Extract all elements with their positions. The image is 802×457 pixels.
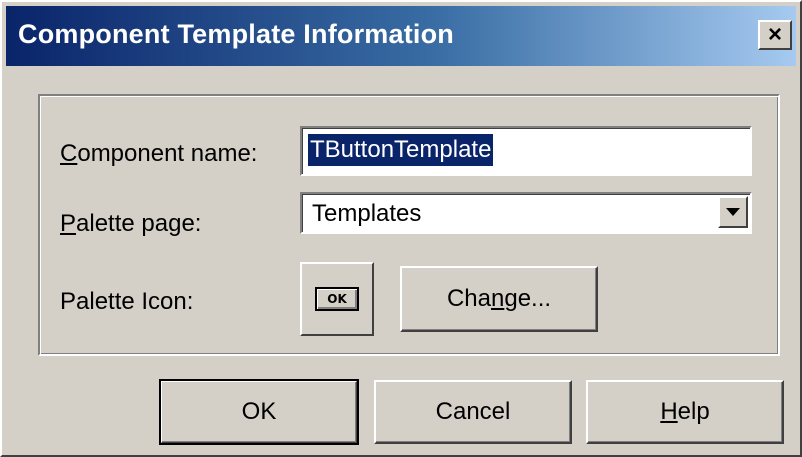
help-button[interactable]: Help <box>586 380 784 444</box>
component-name-label: Component name: <box>60 140 258 167</box>
change-icon-button[interactable]: Change... <box>400 266 598 332</box>
chevron-down-icon <box>726 208 740 216</box>
cancel-button-label: Cancel <box>435 398 511 425</box>
change-button-label: Change... <box>446 285 552 312</box>
dialog-window: Component Template Information × Compone… <box>0 0 802 457</box>
palette-page-dropdown-button[interactable] <box>718 196 748 228</box>
title-bar[interactable]: Component Template Information × <box>6 6 796 66</box>
help-button-label: Help <box>660 398 710 425</box>
close-button[interactable]: × <box>758 20 792 50</box>
close-icon: × <box>767 21 782 48</box>
component-name-input[interactable]: TButtonTemplate <box>300 126 752 176</box>
ok-button[interactable]: OK <box>159 379 359 445</box>
ok-button-label: OK <box>241 398 277 425</box>
palette-page-label: Palette page: <box>60 210 202 237</box>
palette-icon-preview[interactable]: OK <box>300 262 374 336</box>
component-name-value: TButtonTemplate <box>308 134 494 166</box>
ok-button-preview-icon: OK <box>315 287 359 311</box>
window-title: Component Template Information <box>18 19 454 49</box>
palette-icon-label: Palette Icon: <box>60 288 194 315</box>
palette-page-value: Templates <box>312 200 422 227</box>
palette-page-select[interactable]: Templates <box>300 192 752 234</box>
cancel-button[interactable]: Cancel <box>374 380 572 444</box>
